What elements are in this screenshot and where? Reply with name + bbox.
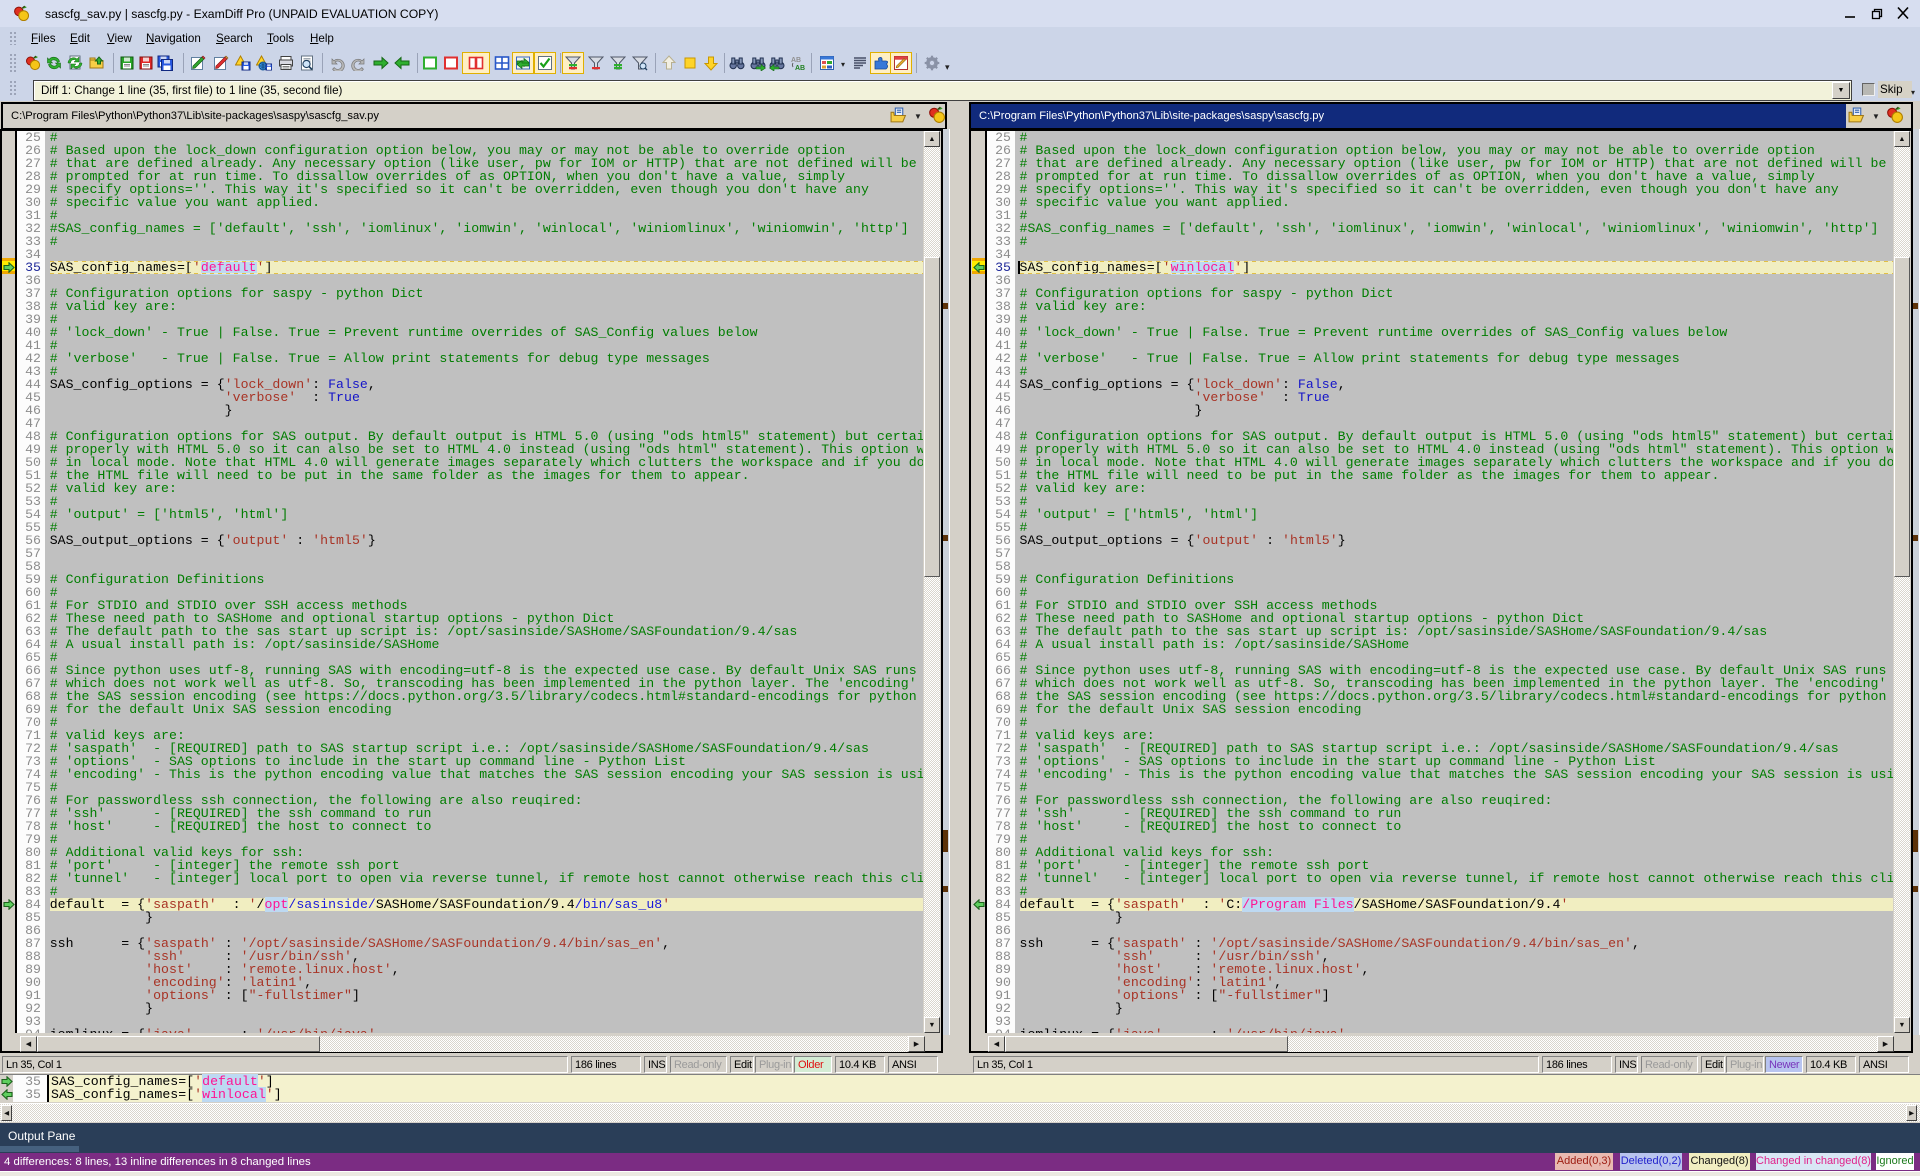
svg-text:AB: AB: [795, 65, 805, 71]
